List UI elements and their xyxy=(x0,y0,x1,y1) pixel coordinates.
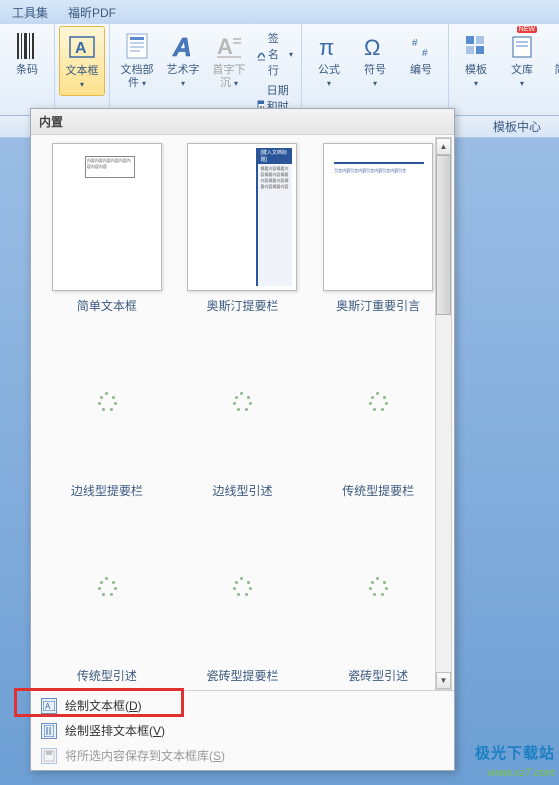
draw-textbox-menuitem[interactable]: A 绘制文本框(D) xyxy=(31,693,454,718)
wordart-button[interactable]: A 艺术字 ▾ xyxy=(160,26,206,96)
formula-button[interactable]: π 公式▾ xyxy=(306,26,352,96)
gallery-footer: A 绘制文本框(D) 绘制竖排文本框(V) 将所选内容保存到文本框库(S) xyxy=(31,690,454,770)
barcode-icon xyxy=(17,33,37,59)
template-button[interactable]: 模板▾ xyxy=(453,26,499,96)
ribbon: 条码 A 文本框▾ 文档部件 ▾ A 艺术字 ▾ A 首字下沉 ▾ 签名行 ▾ xyxy=(0,24,559,116)
watermark: 极光下载站 www.xz7.com xyxy=(437,735,555,779)
textbox-horizontal-icon: A xyxy=(41,698,57,714)
library-icon xyxy=(509,33,535,59)
wordart-icon: A xyxy=(169,32,197,60)
pi-icon: π xyxy=(316,33,342,59)
template-icon xyxy=(463,33,489,59)
textbox-gallery-dropdown: 内置 内容内容内容内容内容内容内容内容 简单文本框 [键入文档标题]摘要内容摘要… xyxy=(30,108,455,771)
number-button[interactable]: ## 编号 xyxy=(398,26,444,96)
gallery-grid: 内容内容内容内容内容内容内容内容 简单文本框 [键入文档标题]摘要内容摘要内容摘… xyxy=(31,135,454,690)
svg-text:A: A xyxy=(217,34,233,59)
textbox-vertical-icon xyxy=(41,723,57,739)
textbox-icon: A xyxy=(68,33,96,61)
scroll-up-button[interactable]: ▲ xyxy=(436,138,451,155)
svg-text:#: # xyxy=(412,38,418,49)
loading-icon xyxy=(97,392,117,412)
save-icon xyxy=(41,748,57,764)
watermark-url: www.xz7.com xyxy=(488,767,555,779)
watermark-brand: 极光下载站 xyxy=(475,742,555,763)
loading-icon xyxy=(97,577,117,597)
omega-icon: Ω xyxy=(362,33,388,59)
svg-text:A: A xyxy=(172,32,192,60)
symbol-button[interactable]: Ω 符号▾ xyxy=(352,26,398,96)
tab-toolset[interactable]: 工具集 xyxy=(2,1,58,24)
gallery-header: 内置 xyxy=(31,109,454,135)
template-austin-quote[interactable]: 引言内容引言内容引言内容引言内容引言 奥斯汀重要引言 xyxy=(310,143,446,314)
signature-button[interactable]: 签名行 ▾ xyxy=(252,28,297,80)
svg-text:#: # xyxy=(422,48,428,59)
watermark-logo-icon xyxy=(437,735,471,769)
scroll-thumb[interactable] xyxy=(436,155,451,315)
textbox-button[interactable]: A 文本框▾ xyxy=(59,26,105,96)
simple-button[interactable]: 简 xyxy=(545,26,559,96)
new-badge: NEW xyxy=(517,26,537,33)
svg-text:A: A xyxy=(45,702,51,711)
template-austin-sidebar[interactable]: [键入文档标题]摘要内容摘要内容摘要内容摘要内容摘要内容摘要内容摘要内容 奥斯汀… xyxy=(175,143,311,314)
svg-text:A: A xyxy=(75,40,87,57)
save-to-gallery-menuitem: 将所选内容保存到文本框库(S) xyxy=(31,743,454,768)
gallery-scrollbar[interactable]: ▲ ▼ xyxy=(435,137,452,690)
docparts-icon xyxy=(124,32,150,60)
loading-icon xyxy=(368,577,388,597)
svg-text:Ω: Ω xyxy=(364,35,380,59)
draw-vertical-textbox-menuitem[interactable]: 绘制竖排文本框(V) xyxy=(31,718,454,743)
template-center-link[interactable]: 模板中心 xyxy=(493,118,541,135)
template-border-sidebar[interactable]: 边线型提要栏 xyxy=(39,328,175,499)
loading-icon xyxy=(232,577,252,597)
tab-foxit-pdf[interactable]: 福昕PDF xyxy=(58,1,126,24)
template-traditional-sidebar[interactable]: 传统型提要栏 xyxy=(310,328,446,499)
loading-icon xyxy=(368,392,388,412)
library-button[interactable]: NEW 文库▾ xyxy=(499,26,545,96)
template-traditional-quote[interactable]: 传统型引述 xyxy=(39,513,175,684)
loading-icon xyxy=(232,392,252,412)
barcode-button[interactable]: 条码 xyxy=(4,26,50,96)
dropcap-button[interactable]: A 首字下沉 ▾ xyxy=(206,26,252,96)
number-icon: ## xyxy=(408,33,434,59)
scroll-down-button[interactable]: ▼ xyxy=(436,672,451,689)
template-tile-sidebar[interactable]: 瓷砖型提要栏 xyxy=(175,513,311,684)
template-tile-quote[interactable]: 瓷砖型引述 xyxy=(310,513,446,684)
svg-text:π: π xyxy=(319,35,334,59)
docparts-button[interactable]: 文档部件 ▾ xyxy=(114,26,160,96)
signature-icon xyxy=(256,46,265,62)
template-simple-textbox[interactable]: 内容内容内容内容内容内容内容内容 简单文本框 xyxy=(39,143,175,314)
tab-bar: 工具集 福昕PDF xyxy=(0,0,559,24)
dropcap-icon: A xyxy=(215,32,243,60)
template-border-quote[interactable]: 边线型引述 xyxy=(175,328,311,499)
